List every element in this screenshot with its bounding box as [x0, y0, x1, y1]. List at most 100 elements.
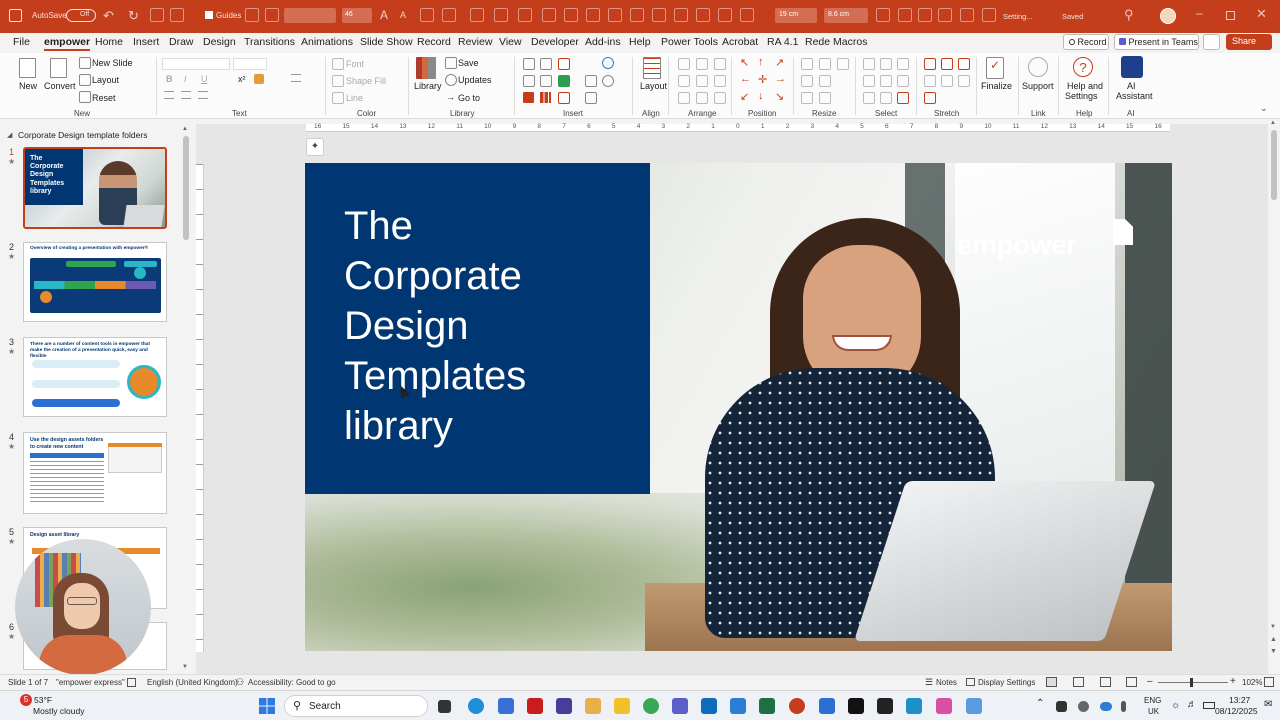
shrink-font-icon[interactable]: A: [400, 10, 406, 20]
qat-icon[interactable]: [630, 8, 644, 22]
qat-icon[interactable]: [494, 8, 508, 22]
qat-icon[interactable]: [674, 8, 688, 22]
shape-width-box[interactable]: 19 cm: [775, 8, 817, 23]
help-settings-button[interactable]: Help and: [1067, 81, 1103, 91]
input-language-bottom[interactable]: UK: [1148, 707, 1159, 716]
app-icon[interactable]: [819, 698, 835, 714]
font-name-box[interactable]: [284, 8, 336, 23]
notes-button[interactable]: Notes: [936, 678, 957, 687]
insert-icon[interactable]: [523, 75, 535, 87]
app-icon[interactable]: [877, 698, 893, 714]
insert-icon[interactable]: [558, 58, 570, 70]
shape-height-box[interactable]: 8.6 cm: [824, 8, 868, 23]
line-color-icon[interactable]: [332, 92, 344, 104]
finalize-icon[interactable]: ✓: [986, 57, 1004, 79]
maximize-icon[interactable]: [1226, 11, 1235, 20]
new-presentation-icon[interactable]: [19, 58, 36, 78]
select-icon[interactable]: [897, 92, 909, 104]
stretch-icon[interactable]: [941, 58, 953, 70]
pane-scroll-down-icon[interactable]: ▼: [182, 664, 188, 670]
present-in-teams-button[interactable]: Present in Teams: [1114, 34, 1199, 50]
align-left-icon[interactable]: [164, 91, 174, 99]
reset-button[interactable]: Reset: [92, 93, 116, 103]
shapes-icon[interactable]: [602, 57, 614, 69]
weather-icon[interactable]: 5: [20, 694, 32, 706]
qat-icon[interactable]: [420, 8, 434, 22]
qat-icon[interactable]: [652, 8, 666, 22]
stretch-icon[interactable]: [941, 75, 953, 87]
slide-thumbnail-1[interactable]: The Corporate Design Templates library: [23, 147, 167, 229]
clock-time[interactable]: 13:27: [1229, 695, 1250, 705]
pane-scrollbar-thumb[interactable]: [183, 136, 189, 240]
reading-view-icon[interactable]: [1100, 677, 1111, 687]
search-icon[interactable]: ⚲: [1124, 7, 1134, 23]
battery-icon[interactable]: [1203, 702, 1215, 709]
qat-icon[interactable]: [876, 8, 890, 22]
avatar[interactable]: [1160, 8, 1176, 24]
qat-icon[interactable]: [608, 8, 622, 22]
tab-home[interactable]: Home: [95, 36, 123, 48]
convert-icon[interactable]: [50, 58, 67, 78]
zoom-slider-thumb[interactable]: [1190, 678, 1193, 687]
support-button[interactable]: Support: [1022, 81, 1054, 91]
qat-icon[interactable]: [918, 8, 932, 22]
outlook-icon[interactable]: [701, 698, 717, 714]
zoom-in-icon[interactable]: +: [1230, 676, 1236, 687]
arrange-icon[interactable]: [678, 92, 690, 104]
clock-date[interactable]: 08/12/2025: [1215, 706, 1258, 716]
language[interactable]: English (United Kingdom): [147, 678, 238, 687]
insert-icon[interactable]: [523, 58, 535, 70]
collapse-ribbon-icon[interactable]: ⌄: [1260, 103, 1268, 114]
resize-icon[interactable]: [801, 75, 813, 87]
stretch-icon[interactable]: [924, 75, 936, 87]
arrange-icon[interactable]: [714, 75, 726, 87]
next-slide-icon[interactable]: ▼: [1270, 648, 1277, 655]
tab-review[interactable]: Review: [458, 36, 492, 48]
arrange-icon[interactable]: [714, 92, 726, 104]
app-icon[interactable]: [936, 698, 952, 714]
teams-icon[interactable]: [672, 698, 688, 714]
qat-icon[interactable]: [542, 8, 556, 22]
display-settings-button[interactable]: Display Settings: [978, 678, 1035, 687]
tab-ra[interactable]: RA 4.1: [767, 36, 799, 48]
select-icon[interactable]: [897, 58, 909, 70]
insert-icon[interactable]: [540, 75, 552, 87]
app-menu-icon[interactable]: [9, 9, 22, 22]
tab-design[interactable]: Design: [203, 36, 236, 48]
new-slide-button[interactable]: New Slide: [92, 58, 133, 68]
font-color-dropdown[interactable]: Font: [346, 59, 364, 69]
shape-fill-icon[interactable]: [332, 75, 344, 87]
close-icon[interactable]: ✕: [1256, 6, 1267, 22]
layout-button[interactable]: Layout: [640, 81, 667, 91]
slide-count[interactable]: Slide 1 of 7: [8, 678, 48, 687]
position-n-icon[interactable]: ↑: [758, 56, 764, 68]
font-size-dropdown[interactable]: [233, 58, 267, 70]
app-icon[interactable]: [527, 698, 543, 714]
insert-icon[interactable]: [523, 92, 534, 103]
designer-wand-icon[interactable]: ✦: [306, 138, 324, 156]
ai-assistant-button[interactable]: AI: [1127, 81, 1136, 91]
share-button[interactable]: Share: [1226, 34, 1272, 50]
arrange-icon[interactable]: [714, 58, 726, 70]
slide-thumbnail-3[interactable]: There are a number of content tools in e…: [23, 337, 167, 417]
arrange-icon[interactable]: [696, 75, 708, 87]
layout-grid-icon[interactable]: [643, 57, 661, 79]
qat-icon[interactable]: [740, 8, 754, 22]
taskbar-search[interactable]: ⚲ Search: [284, 695, 428, 717]
tab-slide-show[interactable]: Slide Show: [360, 36, 413, 48]
zoom-out-icon[interactable]: –: [1147, 676, 1153, 687]
qat-icon[interactable]: [150, 8, 164, 22]
select-icon[interactable]: [863, 92, 875, 104]
tab-developer[interactable]: Developer: [531, 36, 579, 48]
insert-icon[interactable]: [602, 75, 614, 87]
arrange-icon[interactable]: [678, 58, 690, 70]
app-icon[interactable]: [848, 698, 864, 714]
zoom-slider[interactable]: [1158, 682, 1228, 683]
canvas-scrollbar-thumb[interactable]: [1271, 130, 1277, 200]
resize-icon[interactable]: [819, 58, 831, 70]
select-icon[interactable]: [880, 92, 892, 104]
insert-icon[interactable]: [540, 58, 552, 70]
select-icon[interactable]: [897, 75, 909, 87]
zoom-level[interactable]: 102%: [1242, 678, 1262, 687]
canvas-scroll-down-icon[interactable]: ▼: [1270, 624, 1276, 630]
